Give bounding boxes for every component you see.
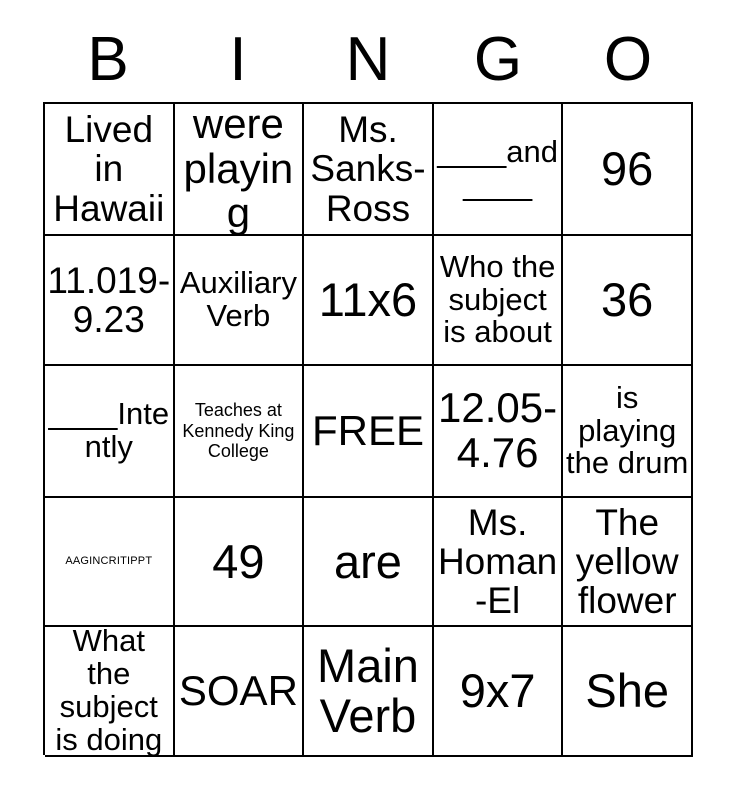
bingo-header-row: B I N G O xyxy=(43,22,693,98)
bingo-cell-i4[interactable]: 49 xyxy=(174,498,305,627)
bingo-cell-label: 11x6 xyxy=(318,273,418,327)
bingo-cell-i2[interactable]: Auxiliary Verb xyxy=(174,236,305,366)
bingo-cell-label: Lived in Hawaii xyxy=(53,109,165,229)
bingo-cell-o3[interactable]: is playing the drum xyxy=(563,366,693,498)
bingo-cell-b3[interactable]: ____Intently xyxy=(45,366,175,498)
bingo-cell-b5[interactable]: What the subject is doing xyxy=(45,627,175,757)
bingo-cell-b4[interactable]: AAGINCRITIPPT xyxy=(45,498,175,627)
bingo-header-letter-b: B xyxy=(87,25,129,94)
bingo-cell-label: 96 xyxy=(601,142,654,196)
bingo-cell-label: are xyxy=(334,534,402,588)
bingo-header-letter-g: G xyxy=(473,25,523,94)
bingo-cell-n2[interactable]: 11x6 xyxy=(304,236,434,366)
bingo-cell-free-space[interactable]: FREE xyxy=(304,366,434,498)
bingo-cell-label: What the subject is doing xyxy=(55,627,163,757)
bingo-cell-n5[interactable]: Main Verb xyxy=(304,627,434,757)
bingo-cell-label: 9x7 xyxy=(459,664,536,718)
bingo-cell-g5[interactable]: 9x7 xyxy=(433,627,564,757)
bingo-cell-label: Teaches at Kennedy King College xyxy=(182,399,295,462)
bingo-cell-label: ____Intently xyxy=(48,396,170,464)
bingo-cell-o1[interactable]: 96 xyxy=(563,104,693,236)
bingo-cell-b1[interactable]: Lived in Hawaii xyxy=(45,104,175,236)
bingo-cell-label: ____and ____ xyxy=(437,134,558,202)
bingo-cell-g4[interactable]: Ms. Homan-El xyxy=(433,498,564,627)
bingo-cell-label: 36 xyxy=(601,273,654,327)
bingo-cell-g2[interactable]: Who the subject is about xyxy=(433,236,564,366)
bingo-cell-g1[interactable]: ____and ____ xyxy=(433,104,564,236)
bingo-cell-label: Who the subject is about xyxy=(439,248,556,350)
bingo-cell-label: 49 xyxy=(212,534,265,588)
bingo-cell-o2[interactable]: 36 xyxy=(563,236,693,366)
bingo-free-space-label: FREE xyxy=(311,406,424,454)
bingo-header-letter-n: N xyxy=(345,25,391,94)
bingo-cell-label: 11.019-9.23 xyxy=(47,259,171,340)
bingo-header-letter-o: O xyxy=(603,25,653,94)
bingo-cell-i5[interactable]: SOAR xyxy=(174,627,305,757)
bingo-cell-i1[interactable]: were playing xyxy=(174,104,305,236)
bingo-cell-o4[interactable]: The yellow flower xyxy=(563,498,693,627)
bingo-cell-label: were playing xyxy=(183,104,294,236)
bingo-cell-n1[interactable]: Ms. Sanks-Ross xyxy=(304,104,434,236)
bingo-header-letter-i: I xyxy=(229,25,247,94)
bingo-cell-label: She xyxy=(585,664,670,718)
bingo-cell-i3[interactable]: Teaches at Kennedy King College xyxy=(174,366,305,498)
bingo-grid: Lived in Hawaii were playing Ms. Sanks-R… xyxy=(43,102,693,757)
bingo-cell-label: is playing the drum xyxy=(566,379,689,481)
bingo-cell-label: SOAR xyxy=(178,666,298,714)
bingo-cell-label: Main Verb xyxy=(317,639,419,742)
bingo-cell-g3[interactable]: 12.05-4.76 xyxy=(433,366,564,498)
bingo-card: B I N G O Lived in Hawaii were playing M… xyxy=(0,0,736,800)
bingo-cell-o5[interactable]: She xyxy=(563,627,693,757)
bingo-cell-label: Ms. Homan-El xyxy=(437,501,558,622)
bingo-cell-b2[interactable]: 11.019-9.23 xyxy=(45,236,175,366)
bingo-cell-n4[interactable]: are xyxy=(304,498,434,627)
bingo-cell-label: Ms. Sanks-Ross xyxy=(310,109,426,229)
bingo-cell-label: The yellow flower xyxy=(575,501,679,622)
bingo-cell-label: AAGINCRITIPPT xyxy=(65,554,153,567)
bingo-cell-label: Auxiliary Verb xyxy=(179,265,297,333)
bingo-cell-label: 12.05-4.76 xyxy=(438,384,558,476)
